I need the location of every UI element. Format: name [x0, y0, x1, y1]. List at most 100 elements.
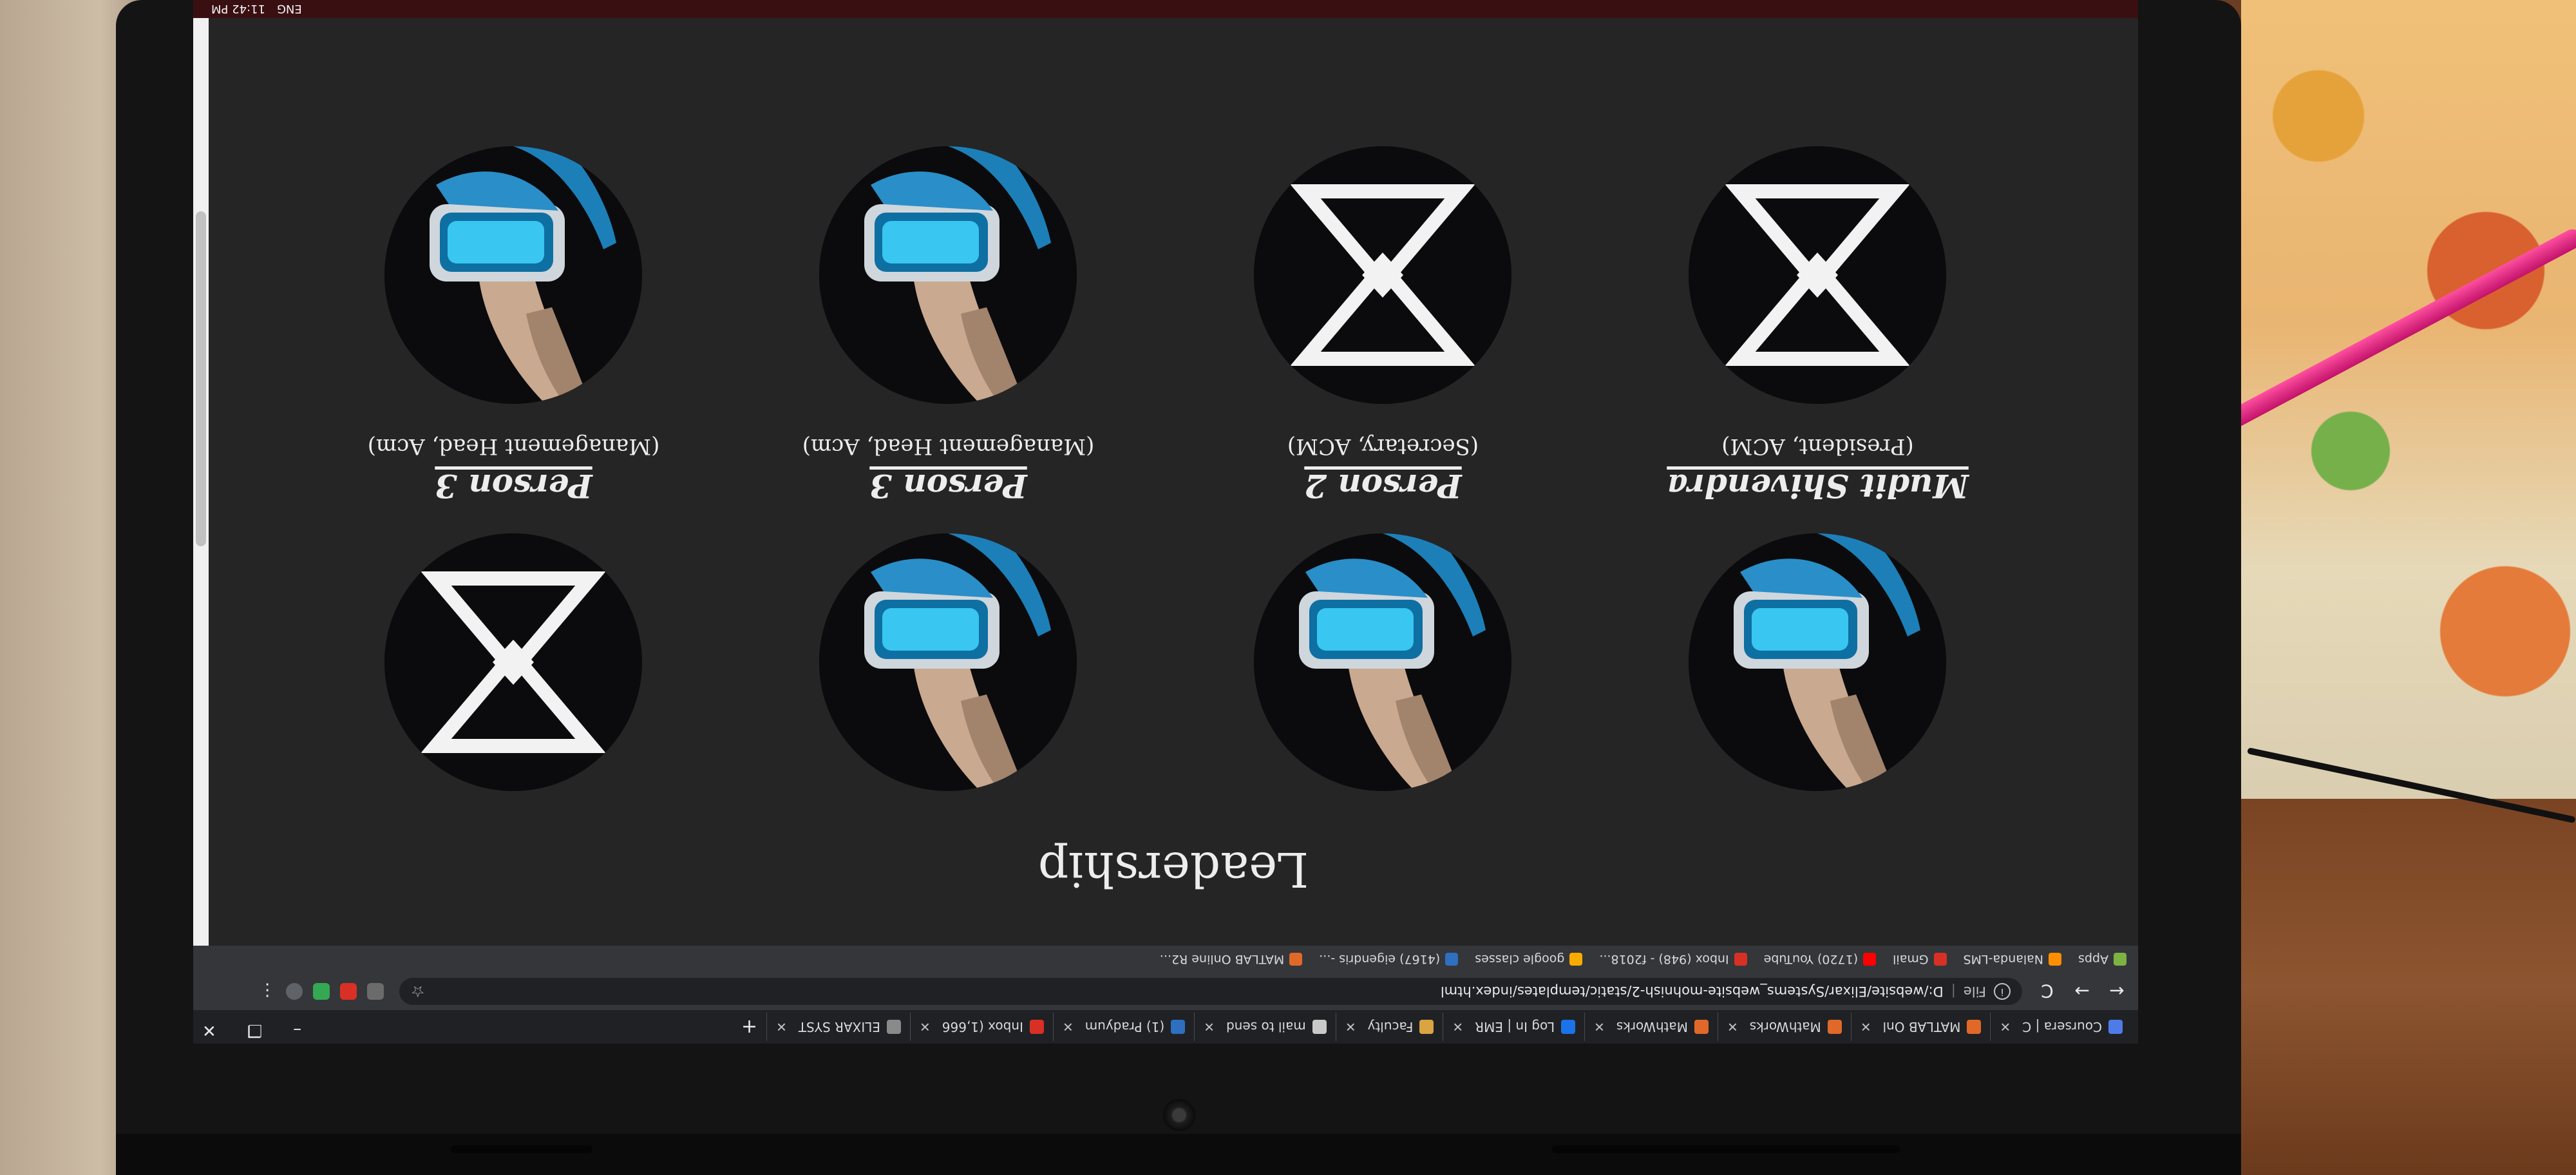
bookmark-label: Nalanda-LMS [1963, 952, 2043, 966]
leader-card [731, 146, 1166, 404]
new-tab-button[interactable]: + [741, 1016, 757, 1038]
extension-icon[interactable] [313, 983, 330, 1000]
bookmark-item[interactable]: (4167) eigendris -... [1319, 952, 1459, 966]
mail-icon [1312, 1020, 1327, 1034]
bookmark-item[interactable]: google classes [1475, 952, 1583, 966]
close-icon[interactable]: ✕ [1594, 1019, 1605, 1035]
avatar [1254, 533, 1512, 791]
tab-strip: Coursera | C ✕ MATLAB Onl ✕ MathWorks ✕ MathWo… [193, 1010, 2138, 1044]
page-scrollbar[interactable] [193, 18, 209, 946]
close-icon[interactable]: ✕ [1204, 1019, 1215, 1035]
tab-label: ELIXAR SYST [798, 1019, 881, 1035]
info-icon[interactable]: i [1994, 983, 2011, 1000]
close-icon[interactable]: ✕ [1063, 1019, 1074, 1035]
browser-tab[interactable]: Coursera | C ✕ [1990, 1013, 2132, 1041]
leader-card [1600, 146, 2035, 404]
bookmark-item[interactable]: Nalanda-LMS [1964, 952, 2061, 966]
taskbar: ENG 11:42 PM [193, 0, 2138, 18]
avatar [819, 533, 1077, 791]
kebab-menu-icon[interactable]: ⋮ [259, 980, 276, 1000]
patterned-cloth [2241, 0, 2576, 812]
tab-label: MathWorks [1616, 1019, 1688, 1035]
bookmark-label: (1720) YouTube [1763, 952, 1859, 966]
hourglass-logo-icon [1689, 146, 1947, 404]
bookmark-label: Gmail [1893, 952, 1929, 966]
avatar [1254, 146, 1512, 404]
bookmark-label: Inbox (948) - f2018... [1599, 952, 1729, 966]
tab-label: Faculty [1367, 1019, 1414, 1035]
browser-tab[interactable]: Inbox (1,666 ✕ [910, 1013, 1053, 1041]
browser-tab[interactable]: MathWorks ✕ [1717, 1013, 1851, 1041]
close-icon[interactable]: ✕ [2000, 1019, 2011, 1035]
tab-label: Inbox (1,666 [942, 1019, 1023, 1035]
faculty-icon [1419, 1020, 1434, 1034]
forward-button[interactable]: → [2072, 981, 2092, 1002]
browser-tab[interactable]: Faculty ✕ [1335, 1013, 1443, 1041]
browser-tab[interactable]: Log In | EMR ✕ [1443, 1013, 1585, 1041]
section-title: Leadership [1037, 841, 1309, 897]
close-icon[interactable]: ✕ [920, 1019, 931, 1035]
close-icon[interactable]: ✕ [776, 1019, 787, 1035]
youtube-icon [1863, 953, 1877, 966]
bookmark-item[interactable]: Inbox (948) - f2018... [1599, 952, 1747, 966]
url-separator: | [1951, 984, 1956, 999]
bookmark-label: Apps [2078, 952, 2108, 966]
extension-icon[interactable] [340, 983, 357, 1000]
browser-tab[interactable]: MATLAB Onl ✕ [1850, 1013, 1991, 1041]
hinge-slot [1552, 1145, 1900, 1153]
bookmark-item[interactable]: MATLAB Online R2... [1160, 952, 1303, 966]
browser-tab[interactable]: (1) Pradyum ✕ [1052, 1013, 1195, 1041]
bookmark-item[interactable]: Apps [2078, 952, 2126, 966]
avatar [384, 146, 643, 404]
hinge-slot [451, 1145, 592, 1153]
close-icon[interactable]: ✕ [1345, 1019, 1356, 1035]
address-bar[interactable]: i File | D:/website/Elixar/Systems_websi… [399, 978, 2022, 1005]
extensions: ⋮ [259, 980, 384, 1000]
hourglass-logo-icon [384, 533, 643, 791]
url-scheme: File [1963, 984, 1986, 999]
language-indicator[interactable]: ENG [277, 3, 302, 16]
leader-name: Person 2 [1304, 467, 1462, 505]
close-icon[interactable]: ✕ [1452, 1019, 1463, 1035]
leadership-grid: Mudit Shivendra (President, ACM) Person 2 (… [296, 146, 2035, 791]
matlab-icon [1967, 1020, 1982, 1034]
laptop-hinge [116, 1134, 2241, 1175]
scrollbar-thumb[interactable] [196, 211, 206, 546]
leader-card: Person 3 (Management Head, Acm) [296, 434, 731, 791]
extension-icon[interactable] [367, 983, 384, 1000]
tab-label: (1) Pradyum [1084, 1019, 1165, 1035]
leader-card: Person 3 (Management Head, Acm) [731, 434, 1166, 791]
leader-card [1166, 146, 1600, 404]
gmail-icon [1933, 953, 1947, 966]
browser-tab[interactable]: MathWorks ✕ [1584, 1013, 1718, 1041]
leader-card: Person 2 (Secretary, ACM) [1166, 434, 1600, 791]
minimize-button[interactable]: – [293, 1020, 301, 1040]
browser-tab[interactable]: ELIXAR SYST ✕ [766, 1013, 911, 1041]
bookmark-label: (4167) eigendris -... [1319, 952, 1441, 966]
close-icon[interactable]: ✕ [1727, 1019, 1738, 1035]
profile-avatar[interactable] [286, 983, 303, 1000]
back-button[interactable]: ← [2107, 981, 2126, 1002]
avatar [819, 146, 1077, 404]
close-button[interactable]: ✕ [202, 1020, 216, 1040]
vr-headset-photo [1689, 533, 1947, 791]
bookmark-star-icon[interactable]: ☆ [411, 982, 425, 1000]
reload-button[interactable]: C [2038, 981, 2057, 1002]
tab-label: mail to send [1226, 1019, 1306, 1035]
bookmark-item[interactable]: (1720) YouTube [1763, 952, 1877, 966]
classroom-icon [1569, 953, 1583, 966]
matlab-icon [1827, 1020, 1842, 1034]
bookmark-item[interactable]: Gmail [1893, 952, 1947, 966]
avatar [1689, 146, 1947, 404]
photo-scene: Coursera | C ✕ MATLAB Onl ✕ MathWorks ✕ MathWo… [0, 0, 2576, 1175]
restore-button[interactable]: ❐ [247, 1020, 262, 1040]
browser-tab[interactable]: mail to send ✕ [1194, 1013, 1336, 1041]
leader-role: (Management Head, Acm) [367, 434, 660, 459]
gmail-icon [1734, 953, 1747, 966]
vr-headset-photo [1254, 533, 1512, 791]
clock[interactable]: 11:42 PM [211, 3, 265, 16]
tab-label: Coursera | C [2022, 1019, 2102, 1035]
leader-role: (President, ACM) [1721, 434, 1914, 459]
window-controls: – ❐ ✕ [202, 1020, 301, 1040]
close-icon[interactable]: ✕ [1861, 1019, 1871, 1035]
